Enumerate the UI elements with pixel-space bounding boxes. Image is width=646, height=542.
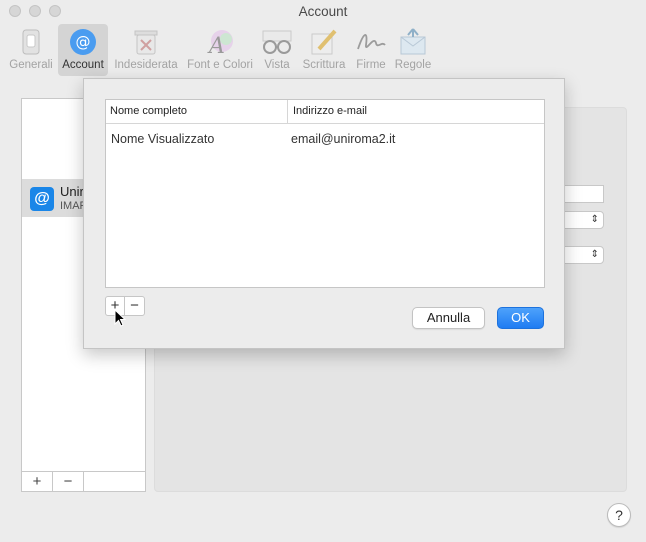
mouse-pointer-icon <box>114 309 126 327</box>
window-title-bar: Account <box>0 0 646 24</box>
toolbar-item-regole[interactable]: Regole <box>393 24 433 76</box>
toolbar-label: Account <box>62 59 104 71</box>
font-colors-icon: A <box>207 30 233 57</box>
switch-icon <box>22 29 40 55</box>
toolbar-label: Regole <box>394 59 432 71</box>
toolbar-item-firme[interactable]: Firme <box>351 24 391 76</box>
ok-button[interactable]: OK <box>497 307 544 329</box>
remove-alias-button[interactable]: − <box>125 297 144 315</box>
table-header: Nome completo Indirizzo e-mail <box>106 100 544 124</box>
email-aliases-sheet: Nome completo Indirizzo e-mail Nome Visu… <box>83 78 565 349</box>
column-header-full-name[interactable]: Nome completo <box>110 100 288 123</box>
svg-text:@: @ <box>76 33 91 51</box>
toolbar-label: Indesiderata <box>114 59 178 71</box>
rules-icon <box>400 28 426 55</box>
toolbar-item-scrittura[interactable]: Scrittura <box>299 24 349 76</box>
close-window-button[interactable] <box>9 5 21 17</box>
help-button[interactable]: ? <box>607 503 631 527</box>
cell-full-name[interactable]: Nome Visualizzato <box>111 128 214 150</box>
toolbar-label: Scrittura <box>302 59 346 71</box>
cancel-button[interactable]: Annulla <box>412 307 485 329</box>
glasses-icon <box>262 30 292 54</box>
toolbar-item-generali[interactable]: Generali <box>6 24 56 76</box>
toolbar-item-account[interactable]: @ Account <box>58 24 108 76</box>
table-row[interactable]: Nome Visualizzato email@uniroma2.it <box>106 128 544 150</box>
toolbar-item-vista[interactable]: Vista <box>258 24 296 76</box>
toolbar-label: Firme <box>356 59 386 71</box>
minimize-window-button[interactable] <box>29 5 41 17</box>
svg-text:A: A <box>207 34 225 57</box>
cell-email[interactable]: email@uniroma2.it <box>291 128 395 150</box>
account-list-buttons: + − <box>21 471 146 492</box>
account-name: Unir <box>60 184 84 199</box>
toolbar-label: Font e Colori <box>187 59 253 71</box>
pencil-icon <box>311 29 337 55</box>
zoom-window-button[interactable] <box>49 5 61 17</box>
column-header-email[interactable]: Indirizzo e-mail <box>293 100 367 123</box>
toolbar-item-indesiderata[interactable]: Indesiderata <box>112 24 180 76</box>
toolbar-label: Generali <box>9 59 53 71</box>
add-account-button[interactable]: + <box>22 472 53 491</box>
preferences-toolbar: Generali @ Account Indesiderata A Font e… <box>0 24 646 78</box>
toolbar-item-font-colori[interactable]: A Font e Colori <box>184 24 256 76</box>
junk-icon <box>134 30 158 55</box>
at-icon: @ <box>70 29 96 55</box>
aliases-table: Nome completo Indirizzo e-mail Nome Visu… <box>105 99 545 288</box>
remove-account-button[interactable]: − <box>53 472 84 491</box>
toolbar-label: Vista <box>264 59 290 71</box>
avatar: @ <box>30 187 54 211</box>
window-title: Account <box>298 4 348 19</box>
signature-icon <box>357 34 386 50</box>
